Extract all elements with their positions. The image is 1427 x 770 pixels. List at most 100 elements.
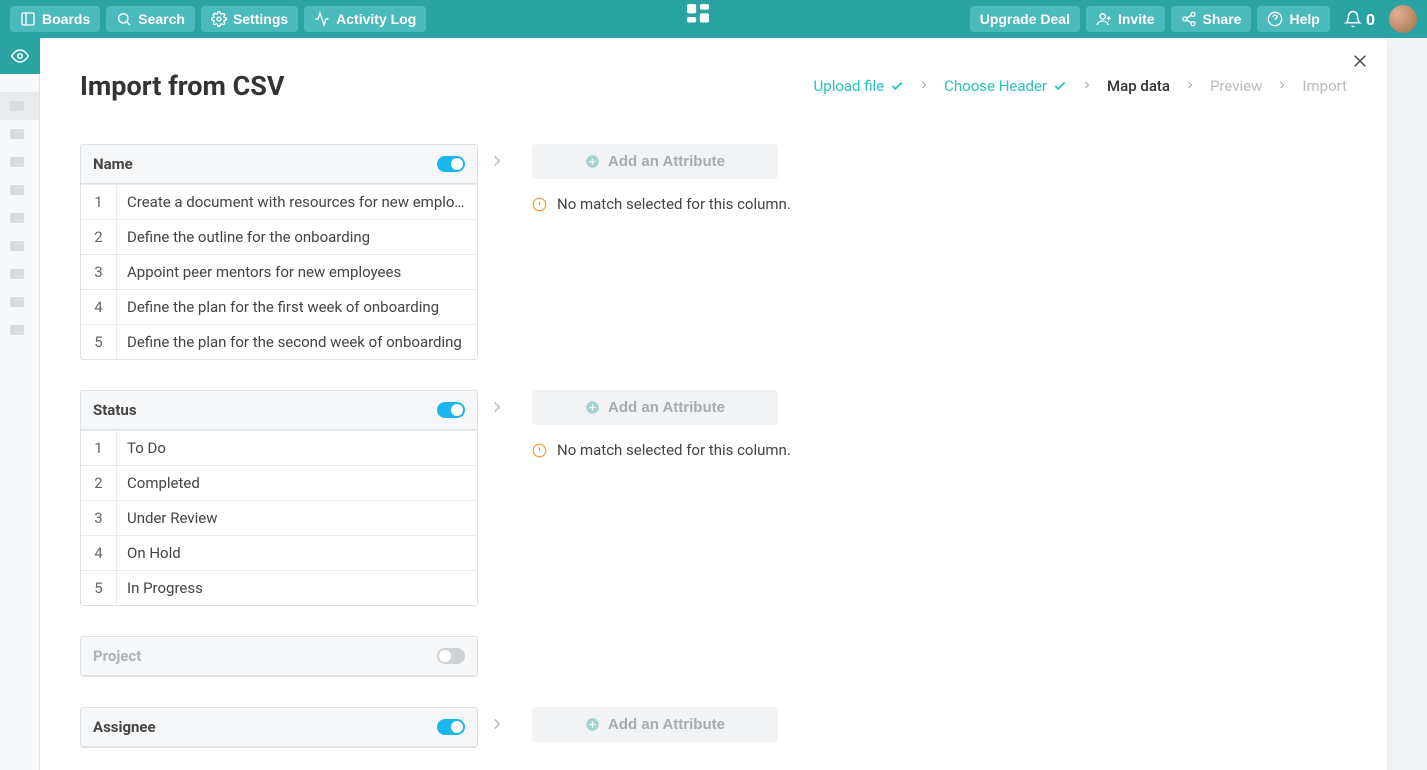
upgrade-label: Upgrade Deal (980, 11, 1070, 27)
wizard-steps: Upload file Choose Header Map data (814, 77, 1347, 95)
top-navbar: Boards Search Settings Activity Log Upgr… (0, 0, 1427, 38)
mapping-block-project: Project (80, 636, 1347, 677)
invite-label: Invite (1118, 11, 1155, 27)
settings-nav-button[interactable]: Settings (201, 6, 298, 32)
toggle-column-assignee[interactable] (437, 719, 465, 735)
mapping-block-status: Status 1To Do 2Completed 3Under Review 4… (80, 390, 1347, 606)
chevron-right-icon (488, 152, 506, 170)
activity-nav-button[interactable]: Activity Log (304, 6, 426, 32)
map-arrow-status[interactable] (488, 390, 506, 420)
check-icon (890, 79, 904, 93)
table-row: 4On Hold (81, 535, 477, 570)
table-row: 3Appoint peer mentors for new employees (81, 254, 477, 289)
table-row: 2Completed (81, 465, 477, 500)
step-preview-label: Preview (1210, 77, 1262, 95)
share-icon (1181, 11, 1197, 27)
step-choose-header[interactable]: Choose Header (944, 77, 1067, 95)
user-avatar[interactable] (1389, 5, 1417, 33)
toggle-sidebar-button[interactable] (0, 38, 40, 74)
column-table-assignee: Assignee (80, 707, 478, 748)
share-button[interactable]: Share (1171, 6, 1252, 32)
toggle-column-name[interactable] (437, 156, 465, 172)
mapping-block-name: Name 1Create a document with resources f… (80, 144, 1347, 360)
table-row: 1Create a document with resources for ne… (81, 184, 477, 219)
add-attribute-button-assignee[interactable]: Add an Attribute (532, 707, 778, 742)
map-arrow-name[interactable] (488, 144, 506, 174)
no-match-text: No match selected for this column. (557, 441, 791, 459)
step-preview: Preview (1210, 77, 1262, 95)
step-import: Import (1302, 77, 1347, 95)
search-nav-button[interactable]: Search (106, 6, 195, 32)
invite-button[interactable]: Invite (1086, 6, 1165, 32)
table-row: 3Under Review (81, 500, 477, 535)
activity-label: Activity Log (336, 11, 416, 27)
help-icon (1267, 11, 1283, 27)
gear-icon (211, 11, 227, 27)
notifications-button[interactable]: 0 (1336, 5, 1383, 34)
add-attribute-label: Add an Attribute (608, 153, 725, 170)
step-upload-label: Upload file (814, 77, 885, 95)
eye-icon (11, 47, 29, 65)
no-match-text: No match selected for this column. (557, 195, 791, 213)
import-csv-modal: Import from CSV Upload file Choose Heade… (40, 38, 1387, 770)
column-table-status: Status 1To Do 2Completed 3Under Review 4… (80, 390, 478, 606)
warning-icon (532, 443, 547, 458)
toggle-column-project[interactable] (437, 648, 465, 664)
table-row: 4Define the plan for the first week of o… (81, 289, 477, 324)
column-header-status: Status (93, 401, 137, 419)
settings-label: Settings (233, 11, 288, 27)
add-attribute-button-name[interactable]: Add an Attribute (532, 144, 778, 179)
search-icon (116, 11, 132, 27)
chevron-right-icon (1184, 77, 1196, 95)
chevron-right-icon (1081, 77, 1093, 95)
upgrade-button[interactable]: Upgrade Deal (970, 6, 1080, 32)
help-label: Help (1289, 11, 1319, 27)
search-label: Search (138, 11, 185, 27)
close-modal-button[interactable] (1351, 52, 1369, 70)
chevron-right-icon (488, 398, 506, 416)
boards-label: Boards (42, 11, 90, 27)
no-match-warning-name: No match selected for this column. (532, 195, 1347, 213)
bell-icon (1344, 10, 1362, 28)
warning-icon (532, 197, 547, 212)
chevron-right-icon (1276, 77, 1288, 95)
plus-circle-icon (585, 154, 600, 169)
activity-icon (314, 11, 330, 27)
table-row: 5In Progress (81, 570, 477, 605)
toggle-column-status[interactable] (437, 402, 465, 418)
column-header-project: Project (93, 647, 141, 665)
step-choose-label: Choose Header (944, 77, 1047, 95)
boards-icon (20, 11, 36, 27)
column-header-assignee: Assignee (93, 718, 156, 736)
chevron-right-icon (488, 715, 506, 733)
column-table-name: Name 1Create a document with resources f… (80, 144, 478, 360)
modal-title: Import from CSV (80, 70, 285, 102)
mapping-block-assignee: Assignee Add an Attribute (80, 707, 1347, 748)
step-upload[interactable]: Upload file (814, 77, 905, 95)
notification-count: 0 (1366, 10, 1375, 29)
plus-circle-icon (585, 717, 600, 732)
step-map-data: Map data (1107, 77, 1170, 95)
add-attribute-label: Add an Attribute (608, 399, 725, 416)
column-table-project: Project (80, 636, 478, 677)
column-header-name: Name (93, 155, 133, 173)
step-import-label: Import (1302, 77, 1347, 95)
add-attribute-button-status[interactable]: Add an Attribute (532, 390, 778, 425)
collapsed-sidebar (0, 38, 40, 770)
help-button[interactable]: Help (1257, 6, 1329, 32)
step-map-label: Map data (1107, 77, 1170, 95)
add-attribute-label: Add an Attribute (608, 716, 725, 733)
check-icon (1053, 79, 1067, 93)
chevron-right-icon (918, 77, 930, 95)
app-logo[interactable] (687, 4, 709, 34)
invite-icon (1096, 11, 1112, 27)
share-label: Share (1203, 11, 1242, 27)
map-arrow-assignee[interactable] (488, 707, 506, 737)
boards-nav-button[interactable]: Boards (10, 6, 100, 32)
plus-circle-icon (585, 400, 600, 415)
table-row: 1To Do (81, 430, 477, 465)
table-row: 2Define the outline for the onboarding (81, 219, 477, 254)
close-icon (1351, 52, 1369, 70)
no-match-warning-status: No match selected for this column. (532, 441, 1347, 459)
table-row: 5Define the plan for the second week of … (81, 324, 477, 359)
